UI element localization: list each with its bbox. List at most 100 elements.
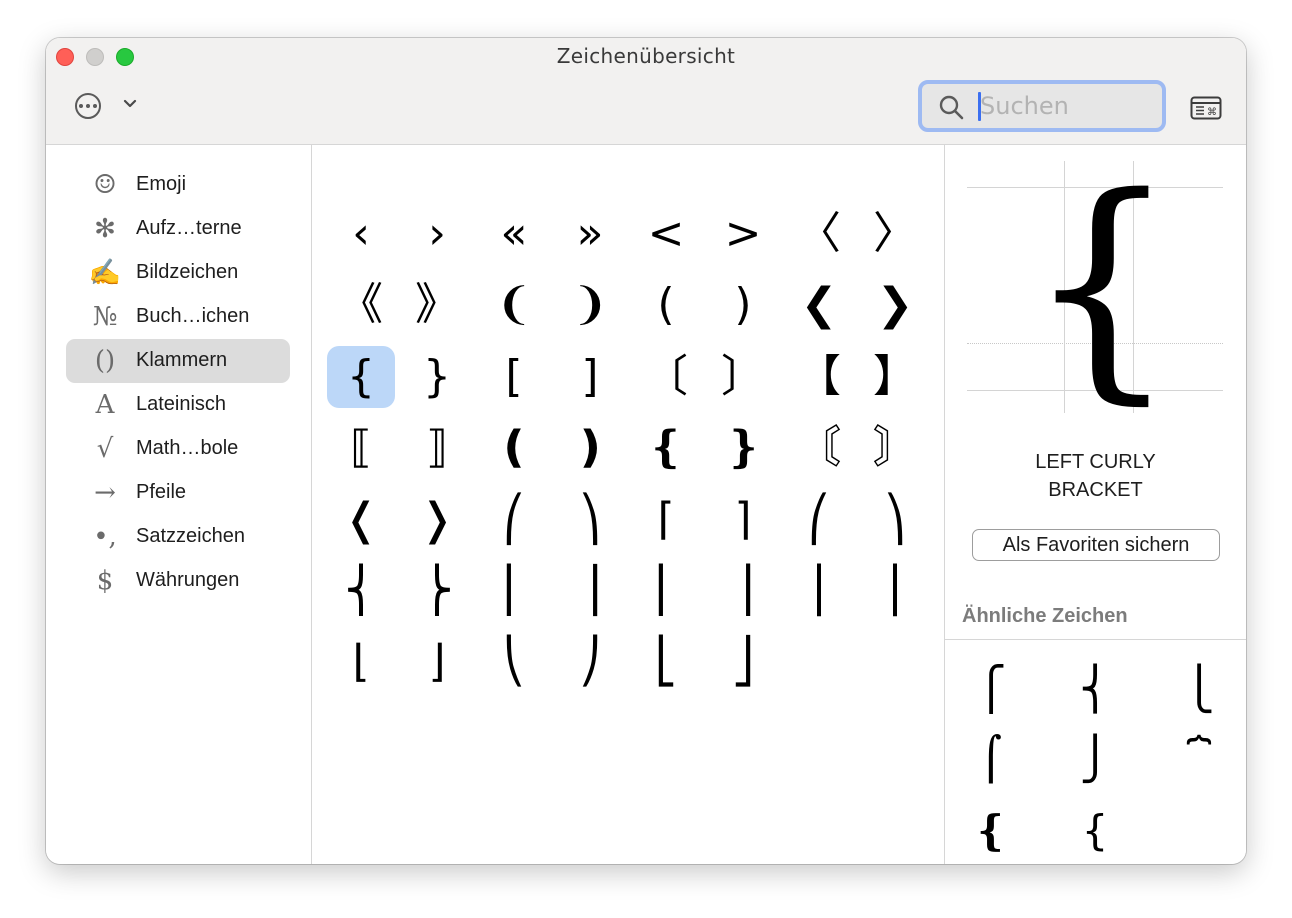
sidebar-item-arrows[interactable]: → Pfeile [66,471,290,515]
character-cell[interactable]: 〉 [861,203,929,265]
character-cell[interactable]: ❩ [556,274,624,336]
character-cell[interactable]: ⎬ [403,560,471,622]
square-root-icon: √ [96,434,114,464]
character-cell[interactable]: ] [556,346,624,408]
search-field[interactable] [918,80,1166,132]
similar-character-cell[interactable]: ⎧ [961,659,1021,719]
character-cell[interactable]: ⎠ [556,631,624,693]
character-cell[interactable]: 〔 [632,346,700,408]
character-detail-panel: { LEFT CURLY BRACKET Als Favoriten siche… [945,145,1246,864]
smiley-icon: ☺ [93,170,117,200]
character-cell[interactable]: 〘 [785,417,853,479]
similar-character-cell[interactable]: ⎭ [1065,729,1125,789]
sidebar-item-pictographs[interactable]: ✍ Bildzeichen [66,251,290,295]
character-cell[interactable]: ⎜ [632,560,700,622]
character-cell[interactable]: ❨ [480,274,548,336]
character-cell[interactable]: ⟦ [327,417,395,479]
character-cell[interactable]: ❴ [632,417,700,479]
character-cell[interactable]: ⎢ [480,560,548,622]
character-cell[interactable]: ⎦ [709,631,777,693]
category-sidebar: ☺ Emoji ✻ Aufz…terne ✍ Bildzeichen № Buc… [46,145,312,864]
punctuation-icon: •, [93,522,117,552]
chevron-down-icon[interactable] [122,96,138,112]
character-cell[interactable]: 】 [861,346,929,408]
sidebar-item-math[interactable]: √ Math…bole [66,427,290,471]
sidebar-item-letterlike[interactable]: № Buch…ichen [66,295,290,339]
character-cell[interactable]: ‹ [327,203,395,265]
character-cell[interactable]: 《 [327,274,395,336]
sidebar-item-label: Lateinisch [136,393,227,415]
character-cell[interactable]: ❮ [785,274,853,336]
character-cell[interactable]: ⎪ [785,560,853,622]
character-cell[interactable]: ⎛ [785,489,853,551]
character-cell[interactable]: ⌉ [709,489,777,551]
character-cell[interactable]: ❵ [709,417,777,479]
sidebar-item-label: Emoji [136,173,187,195]
character-cell[interactable]: ❫ [556,417,624,479]
character-cell[interactable]: ⎝ [480,631,548,693]
character-cell[interactable]: » [556,203,624,265]
character-cell[interactable]: ⌈ [632,489,700,551]
character-cell[interactable]: › [403,203,471,265]
titlebar: Zeichenübersicht ⌘ [46,38,1246,145]
character-name-line: BRACKET [1048,479,1143,501]
keyboard-viewer-icon[interactable]: ⌘ [1190,96,1222,120]
character-cell[interactable]: 》 [403,274,471,336]
character-cell[interactable]: 【 [785,346,853,408]
sidebar-item-label: Währungen [136,569,240,591]
character-cell[interactable]: < [632,203,700,265]
sidebar-item-label: Math…bole [136,437,239,459]
character-cell[interactable]: { [327,346,395,408]
letter-a-icon: A [95,390,115,420]
ellipsis-circle-icon[interactable] [75,93,101,119]
svg-text:⌘: ⌘ [1207,107,1217,118]
numero-sign-icon: № [92,302,118,332]
character-cell[interactable]: ⌋ [403,631,471,693]
dollar-sign-icon: $ [96,566,114,596]
character-cell[interactable]: [ [480,346,548,408]
window-title: Zeichenübersicht [556,44,736,68]
character-cell[interactable]: ( [632,274,700,336]
similar-character-cell[interactable]: ⎨ [1065,659,1125,719]
character-cell[interactable]: ⎣ [632,631,700,693]
character-cell[interactable]: ❬ [327,489,395,551]
sidebar-item-currency[interactable]: $ Währungen [66,559,290,603]
character-cell[interactable]: ❭ [403,489,471,551]
character-cell[interactable]: « [480,203,548,265]
asterisk-icon: ✻ [94,214,116,244]
character-cell[interactable]: ⎟ [709,560,777,622]
similar-character-cell[interactable]: ❴ [961,801,1021,861]
character-cell[interactable]: 〈 [785,203,853,265]
similar-character-cell[interactable]: ⎩ [1169,659,1229,719]
character-cell[interactable]: 〕 [709,346,777,408]
sidebar-item-stars[interactable]: ✻ Aufz…terne [66,207,290,251]
preview-glyph: { [1025,145,1179,425]
character-cell[interactable]: ⎞ [861,489,929,551]
similar-character-cell[interactable]: { [1065,801,1125,861]
similar-character-cell[interactable]: ⏞ [1169,729,1229,789]
sidebar-item-punctuation[interactable]: •, Satzzeichen [66,515,290,559]
similar-character-cell[interactable]: ⌠ [961,729,1021,789]
character-cell[interactable]: > [709,203,777,265]
character-cell[interactable]: ⌊ [327,631,395,693]
character-cell[interactable]: ⎪ [861,560,929,622]
character-cell[interactable]: ⎥ [556,560,624,622]
character-cell[interactable]: ❯ [861,274,929,336]
sidebar-item-emoji[interactable]: ☺ Emoji [66,163,290,207]
character-cell[interactable]: ⎛ [480,489,548,551]
character-cell[interactable]: ⎞ [556,489,624,551]
search-input[interactable] [980,90,1150,122]
character-cell[interactable]: ⎨ [327,560,395,622]
sidebar-item-brackets[interactable]: () Klammern [66,339,290,383]
divider [945,639,1246,640]
sidebar-item-label: Pfeile [136,481,187,503]
sidebar-item-label: Klammern [136,349,228,371]
character-cell[interactable]: ⟧ [403,417,471,479]
sidebar-item-latin[interactable]: A Lateinisch [66,383,290,427]
character-cell[interactable]: 〙 [861,417,929,479]
character-cell[interactable]: } [403,346,471,408]
character-cell[interactable]: ) [709,274,777,336]
sidebar-item-label: Buch…ichen [136,305,250,327]
character-cell[interactable]: ❪ [480,417,548,479]
add-to-favorites-button[interactable]: Als Favoriten sichern [972,529,1220,561]
